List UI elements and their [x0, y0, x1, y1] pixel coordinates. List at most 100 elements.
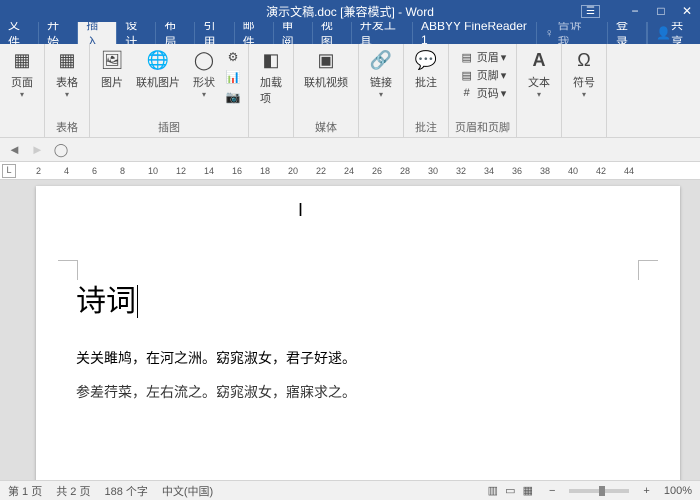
page-number-button[interactable]: #页码 ▾ — [459, 84, 507, 102]
links-button[interactable]: 🔗 链接 ▾ — [365, 46, 397, 101]
tab-insert[interactable]: 插入 — [78, 22, 117, 44]
tab-design[interactable]: 设计 — [117, 22, 156, 44]
tab-view[interactable]: 视图 — [313, 22, 352, 44]
paragraph[interactable]: 关关雎鸠，在河之洲。窈窕淑女，君子好逑。 — [76, 348, 640, 368]
title-bar: 演示文稿.doc [兼容模式] - Word ☰ − □ ✕ — [0, 0, 700, 22]
status-word-count[interactable]: 188 个字 — [104, 483, 147, 499]
status-language[interactable]: 中文(中国) — [162, 483, 213, 499]
shapes-button[interactable]: ◯ 形状 ▾ — [188, 46, 220, 106]
shapes-icon: ◯ — [192, 48, 216, 72]
comment-button[interactable]: 💬 批注 — [410, 46, 442, 92]
ribbon-display-options[interactable]: ☰ — [581, 5, 600, 18]
tab-login[interactable]: 登录 — [608, 22, 647, 44]
zoom-level[interactable]: 100% — [664, 485, 692, 497]
close-button[interactable]: ✕ — [674, 0, 700, 22]
tab-abbyy[interactable]: ABBYY FineReader 1 — [413, 22, 537, 44]
page[interactable]: I 诗词 关关雎鸠，在河之洲。窈窕淑女，君子好逑。 参差荇菜，左右流之。窈窕淑女… — [36, 186, 680, 480]
picture-icon: 🖼 — [100, 48, 124, 72]
ruler-tick: 28 — [400, 166, 410, 176]
ruler-tick: 10 — [148, 166, 158, 176]
ruler-tick: 36 — [512, 166, 522, 176]
group-illustrations: 🖼 图片 🌐 联机图片 ◯ 形状 ▾ ⚙ 📊 📷 插图 — [90, 44, 249, 137]
pictures-button[interactable]: 🖼 图片 — [96, 46, 128, 106]
group-addins: ◧ 加载 项 — [249, 44, 294, 137]
ruler-tick: 44 — [624, 166, 634, 176]
ruler-tick: 26 — [372, 166, 382, 176]
ruler-tick: 24 — [344, 166, 354, 176]
tab-layout[interactable]: 布局 — [156, 22, 195, 44]
chevron-down-icon: ▾ — [537, 90, 541, 99]
screenshot-button[interactable]: 📷 — [224, 88, 242, 106]
tab-home[interactable]: 开始 — [39, 22, 78, 44]
zoom-handle[interactable] — [599, 486, 605, 496]
ruler-tick: 20 — [288, 166, 298, 176]
symbols-button[interactable]: Ω 符号 ▾ — [568, 46, 600, 101]
nav-next[interactable]: ► — [31, 142, 44, 157]
ruler-tick: 16 — [232, 166, 242, 176]
ruler-tick: 30 — [428, 166, 438, 176]
ribbon-tabs: 文件 开始 插入 设计 布局 引用 邮件 审阅 视图 开发工具 ABBYY Fi… — [0, 22, 700, 44]
group-symbols: Ω 符号 ▾ — [562, 44, 607, 137]
print-layout-view[interactable]: ▥ — [488, 485, 498, 497]
ruler-tick: 2 — [36, 166, 41, 176]
tab-review[interactable]: 审阅 — [274, 22, 313, 44]
margin-marker-right — [638, 260, 658, 280]
ruler-tick: 38 — [540, 166, 550, 176]
online-pictures-button[interactable]: 🌐 联机图片 — [132, 46, 184, 106]
status-page[interactable]: 第 1 页 — [8, 483, 42, 499]
zoom-in[interactable]: + — [643, 485, 649, 497]
tab-references[interactable]: 引用 — [195, 22, 234, 44]
web-layout-view[interactable]: ▦ — [523, 485, 533, 497]
text-button[interactable]: A 文本 ▾ — [523, 46, 555, 101]
maximize-button[interactable]: □ — [648, 0, 674, 22]
tab-file[interactable]: 文件 — [0, 22, 39, 44]
omega-icon: Ω — [572, 48, 596, 72]
nav-stop[interactable]: ◯ — [54, 142, 69, 158]
chevron-down-icon: ▾ — [582, 90, 586, 99]
addins-icon: ◧ — [259, 48, 283, 72]
nav-prev[interactable]: ◄ — [8, 142, 21, 157]
ruler-tick: 18 — [260, 166, 270, 176]
navigation-bar: ◄ ► ◯ — [0, 138, 700, 162]
status-total-pages[interactable]: 共 2 页 — [56, 483, 90, 499]
smartart-button[interactable]: ⚙ — [224, 48, 242, 66]
header-button[interactable]: ▤页眉 ▾ — [459, 48, 507, 66]
bulb-icon: ♀ — [545, 26, 554, 40]
chevron-down-icon: ▾ — [20, 90, 24, 99]
tab-share[interactable]: 👤 共享 — [647, 22, 700, 44]
chart-button[interactable]: 📊 — [224, 68, 242, 86]
paragraph[interactable]: 参差荇菜，左右流之。窈窕淑女，寤寐求之。 — [76, 382, 640, 402]
ruler-tick: 14 — [204, 166, 214, 176]
pages-button[interactable]: ▦ 页面 ▾ — [6, 46, 38, 101]
ruler-tick: 32 — [456, 166, 466, 176]
group-tables: ▦ 表格 ▾ 表格 — [45, 44, 90, 137]
online-video-button[interactable]: ▣ 联机视频 — [300, 46, 352, 92]
horizontal-ruler[interactable]: L 24681012141618202224262830323436384042… — [0, 162, 700, 180]
zoom-slider[interactable] — [569, 489, 629, 493]
ribbon: ▦ 页面 ▾ ▦ 表格 ▾ 表格 🖼 图片 🌐 联机图片 ◯ 形状 ▾ — [0, 44, 700, 138]
tab-developer[interactable]: 开发工具 — [352, 22, 413, 44]
tab-selector[interactable]: L — [2, 164, 16, 178]
document-area[interactable]: I 诗词 关关雎鸠，在河之洲。窈窕淑女，君子好逑。 参差荇菜，左右流之。窈窕淑女… — [0, 180, 700, 480]
group-comments: 💬 批注 批注 — [404, 44, 449, 137]
tell-me[interactable]: ♀告诉我... — [537, 22, 608, 44]
read-mode-view[interactable]: ▭ — [505, 485, 515, 497]
ruler-tick: 12 — [176, 166, 186, 176]
minimize-button[interactable]: − — [622, 0, 648, 22]
table-button[interactable]: ▦ 表格 ▾ — [51, 46, 83, 101]
ruler-tick: 34 — [484, 166, 494, 176]
footer-icon: ▤ — [459, 69, 475, 82]
tab-mailings[interactable]: 邮件 — [235, 22, 274, 44]
status-bar: 第 1 页 共 2 页 188 个字 中文(中国) ▥ ▭ ▦ − + 100% — [0, 480, 700, 500]
textbox-icon: A — [527, 48, 551, 72]
footer-button[interactable]: ▤页脚 ▾ — [459, 66, 507, 84]
document-heading[interactable]: 诗词 — [76, 276, 640, 320]
chevron-down-icon: ▾ — [379, 90, 383, 99]
page-icon: ▦ — [10, 48, 34, 72]
addins-button[interactable]: ◧ 加载 项 — [255, 46, 287, 108]
header-icon: ▤ — [459, 51, 475, 64]
comment-icon: 💬 — [414, 48, 438, 72]
pagenum-icon: # — [459, 87, 475, 99]
group-media: ▣ 联机视频 媒体 — [294, 44, 359, 137]
zoom-out[interactable]: − — [549, 485, 555, 497]
